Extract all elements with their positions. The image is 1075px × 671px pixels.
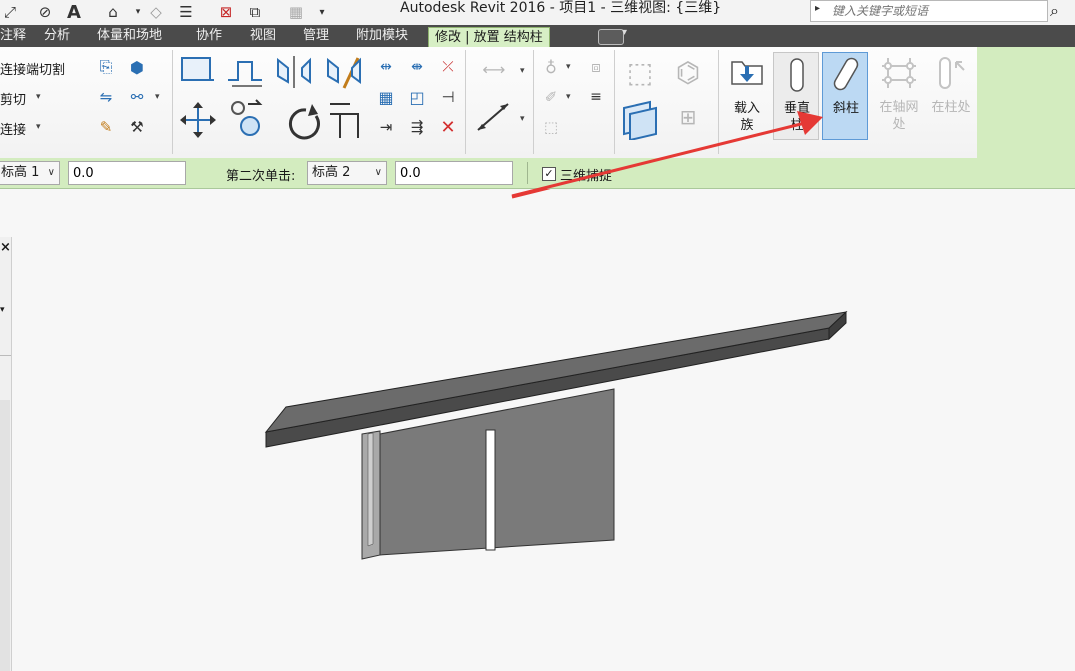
3d-model-view: [264, 189, 848, 560]
cut-dropdown-icon[interactable]: ▾: [36, 92, 41, 102]
red-annotation-arrow: [511, 111, 823, 198]
link-dropdown-icon[interactable]: ▾: [155, 92, 160, 102]
arrow-shaft: [511, 121, 806, 198]
dimension-icon[interactable]: ⊘: [35, 2, 55, 22]
level-select-value: 标高 1: [1, 165, 40, 180]
tab-view[interactable]: 视图: [250, 25, 276, 47]
search-input[interactable]: [830, 1, 1046, 21]
hide-view-icon[interactable]: ⧈: [585, 56, 607, 78]
second-level-select[interactable]: 标高 2 ∨: [307, 161, 387, 185]
at-grids-label: 在轴网处: [879, 100, 919, 132]
demolish-hammer-icon[interactable]: ⚒: [126, 116, 148, 138]
second-level-select-value: 标高 2: [312, 165, 351, 180]
at-columns-icon: [939, 57, 965, 89]
paint-icon[interactable]: ✎: [95, 116, 117, 138]
load-family-icon: [731, 61, 763, 85]
create-similar-icon[interactable]: ⌬: [668, 54, 708, 90]
section-icon[interactable]: ◇: [146, 2, 166, 22]
at-grids-button[interactable]: 在轴网处: [876, 52, 922, 140]
thin-lines-icon[interactable]: ☰: [176, 2, 196, 22]
at-columns-button[interactable]: 在柱处: [928, 52, 974, 140]
override-dropdown-icon[interactable]: ▾: [566, 92, 571, 102]
ribbon-contextual-area: [977, 47, 1075, 158]
unpin-icon[interactable]: ⤫: [437, 56, 459, 78]
dropdown-icon[interactable]: ▾: [128, 2, 148, 22]
match-type-icon[interactable]: ⇋: [95, 86, 117, 108]
tab-addins[interactable]: 附加模块: [356, 25, 408, 47]
second-offset-input[interactable]: [395, 161, 513, 185]
minimize-ribbon-dropdown-icon[interactable]: ▾: [622, 27, 627, 38]
tab-analyze[interactable]: 分析: [44, 25, 70, 47]
array-icon[interactable]: ▦: [375, 86, 397, 108]
distribute-icon[interactable]: ⇶: [406, 116, 428, 138]
paste-icon[interactable]: ⎘: [95, 56, 117, 78]
cope-icon[interactable]: ⬢: [126, 56, 148, 78]
link-icon[interactable]: ⚯: [126, 86, 148, 108]
close-hidden-icon[interactable]: ⊠: [216, 2, 236, 22]
measure-between-icon[interactable]: ⟷: [472, 60, 516, 79]
3d-view-icon[interactable]: ⌂: [103, 2, 123, 22]
delete-icon[interactable]: ✕: [437, 116, 459, 138]
second-click-label: 第二次单击:: [226, 169, 296, 184]
create-group-icon[interactable]: ⬚: [620, 54, 660, 90]
text-icon[interactable]: A: [64, 2, 84, 23]
at-grids-icon: [882, 58, 916, 88]
lightbulb-icon[interactable]: ♁: [540, 56, 562, 78]
chevron-down-icon: ∨: [374, 167, 382, 178]
tab-modify-place-structural-column[interactable]: 修改 | 放置 结构柱: [428, 27, 550, 48]
switch-windows-icon[interactable]: ⧉: [245, 2, 265, 22]
quick-access-customize-icon[interactable]: ▾: [312, 2, 332, 22]
split-gap-icon[interactable]: ⇼: [406, 56, 428, 78]
join-dropdown-icon[interactable]: ▾: [36, 122, 41, 132]
cut-button[interactable]: 剪切: [0, 89, 26, 108]
align-arrow-icon[interactable]: ⇥: [375, 116, 397, 138]
search-expand-icon[interactable]: ▸: [815, 3, 820, 14]
tab-annotate[interactable]: 注释: [0, 25, 26, 47]
level-select[interactable]: 标高 1 ∨: [0, 161, 60, 185]
chevron-down-icon: ∨: [47, 167, 55, 178]
minimize-ribbon-button[interactable]: [598, 29, 624, 45]
window-title: Autodesk Revit 2016 - 项目1 - 三维视图: {三维}: [400, 0, 722, 16]
scale-icon[interactable]: ◰: [406, 86, 428, 108]
binoculars-icon[interactable]: ⌕: [1050, 1, 1059, 21]
vertical-column-icon: [790, 58, 804, 92]
join-button[interactable]: 连接: [0, 119, 26, 138]
column: [485, 429, 496, 551]
lightbulb-dropdown-icon[interactable]: ▾: [566, 62, 571, 72]
slanted-column-label: 斜柱: [832, 101, 859, 116]
cut-join-button[interactable]: 连接端切割: [0, 59, 65, 78]
level-offset-input[interactable]: [68, 161, 186, 185]
pin-icon[interactable]: ⊣: [437, 86, 459, 108]
measure-icon[interactable]: ⤢: [0, 2, 20, 22]
wall-edge: [367, 432, 374, 547]
modify-tools-icons: [180, 56, 361, 140]
slanted-column-icon: [833, 57, 859, 91]
at-columns-label: 在柱处: [931, 100, 971, 115]
tile-icon[interactable]: ▦: [286, 2, 306, 22]
tab-collaborate[interactable]: 协作: [196, 25, 222, 47]
tab-massing-site[interactable]: 体量和场地: [97, 25, 162, 47]
measure-dropdown-icon[interactable]: ▾: [520, 66, 525, 76]
tab-manage[interactable]: 管理: [303, 25, 329, 47]
split-element-icon[interactable]: ⇹: [375, 56, 397, 78]
